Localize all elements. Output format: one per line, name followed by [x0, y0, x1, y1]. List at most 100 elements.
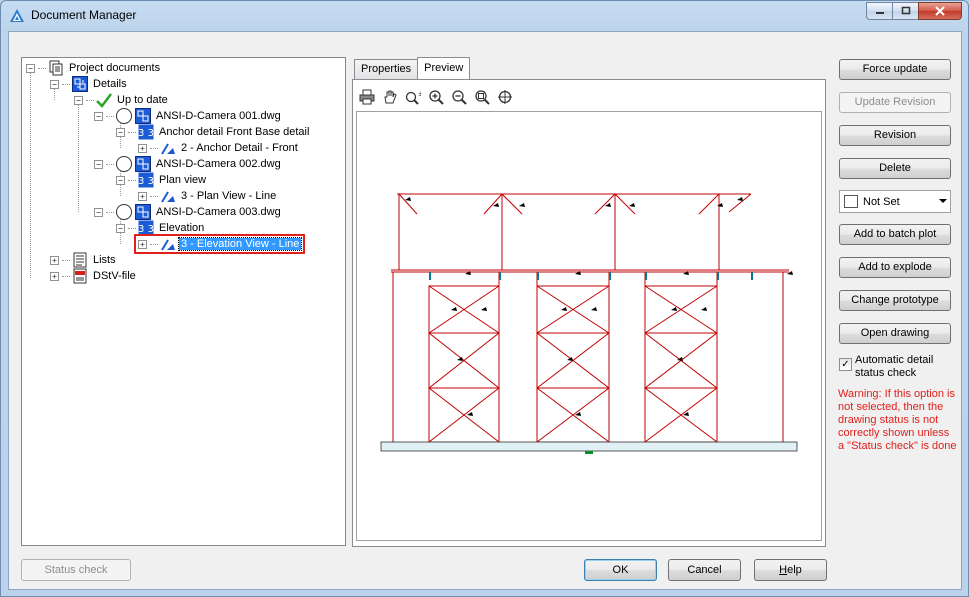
zoom-in-button[interactable] [426, 88, 445, 106]
tab-properties[interactable]: Properties [354, 59, 419, 79]
details-icon [72, 76, 88, 92]
tree-node-dwg-002[interactable]: − ANSI-D-Camera 002.dwg [94, 156, 283, 172]
drawing-preview-canvas[interactable] [356, 111, 822, 541]
drawing-markers [405, 197, 793, 416]
tree-node-dwg2-view[interactable]: − 3 3 Plan view [116, 172, 208, 188]
tree-connector [106, 211, 114, 213]
document-tree[interactable]: − Project documents − Details − Up to da… [21, 57, 346, 546]
tree-label: ANSI-D-Camera 002.dwg [156, 158, 281, 170]
preview-toolbar: ± [357, 88, 514, 106]
preview-panel: ± [352, 79, 826, 547]
open-drawing-button[interactable]: Open drawing [839, 323, 951, 344]
automatic-status-label-line1: Automatic detail [855, 354, 934, 366]
tree-label: Plan view [159, 174, 207, 186]
add-to-batch-plot-button[interactable]: Add to batch plot [839, 224, 951, 245]
expand-icon[interactable]: + [138, 191, 147, 201]
expand-icon[interactable]: + [138, 239, 147, 249]
tree-node-dwg1-view[interactable]: − 3 3 Anchor detail Front Base detail [116, 124, 311, 140]
help-label: elp [787, 564, 802, 576]
close-icon [935, 6, 945, 16]
tree-node-dwg1-item[interactable]: + 2 - Anchor Detail - Front [138, 140, 300, 156]
collapse-icon[interactable]: − [94, 111, 103, 121]
automatic-status-check-option[interactable]: ✓ Automatic detail status check [839, 354, 957, 380]
zoom-window-button[interactable] [495, 88, 514, 106]
zoom-in-icon [428, 90, 444, 105]
tree-node-dwg2-item[interactable]: + 3 - Plan View - Line [138, 188, 278, 204]
drawing-foundation-slab [380, 441, 798, 452]
expand-icon[interactable]: + [50, 271, 59, 281]
detail-pen-icon [161, 191, 175, 203]
tree-label: 3 - Elevation View - Line [177, 237, 303, 251]
tree-label: Lists [93, 254, 116, 266]
automatic-status-checkbox[interactable]: ✓ [839, 358, 852, 371]
zoom-realtime-button[interactable]: ± [403, 88, 422, 106]
view-icon: 3 3 [138, 172, 154, 188]
close-button[interactable] [918, 2, 962, 20]
zoom-extents-icon [474, 90, 490, 105]
status-warning-text: Warning: If this option is not selected,… [838, 388, 957, 452]
tree-connector [106, 115, 114, 117]
tree-node-lists[interactable]: + Lists [50, 252, 118, 268]
delete-button[interactable]: Delete [839, 158, 951, 179]
drawing-datum-marker [585, 451, 593, 454]
update-revision-button[interactable]: Update Revision [839, 92, 951, 113]
title-bar[interactable]: Document Manager [1, 1, 968, 31]
collapse-icon[interactable]: − [74, 95, 83, 105]
tree-label: Anchor detail Front Base detail [159, 126, 310, 138]
expand-icon[interactable]: + [138, 143, 147, 153]
minimize-button[interactable] [866, 2, 892, 20]
collapse-icon[interactable]: − [26, 63, 35, 73]
drawing-main-frame [391, 269, 789, 442]
list-icon [73, 252, 87, 268]
tree-node-details[interactable]: − Details [50, 76, 129, 92]
collapse-icon[interactable]: − [116, 223, 125, 233]
change-prototype-button[interactable]: Change prototype [839, 290, 951, 311]
tree-label: 2 - Anchor Detail - Front [181, 142, 298, 154]
detail-pen-icon [161, 143, 175, 155]
tab-preview[interactable]: Preview [417, 57, 471, 79]
cancel-button[interactable]: Cancel [668, 559, 741, 581]
help-button[interactable]: Help [754, 559, 827, 581]
collapse-icon[interactable]: − [50, 79, 59, 89]
tree-connector [128, 131, 136, 133]
collapse-icon[interactable]: − [94, 207, 103, 217]
view-icon: 3 3 [138, 124, 154, 140]
zoom-realtime-icon: ± [405, 90, 421, 105]
tree-node-dwg-001[interactable]: − ANSI-D-Camera 001.dwg [94, 108, 283, 124]
maximize-button[interactable] [892, 2, 918, 20]
status-circle-icon [116, 156, 132, 172]
drawing-upper-frame [397, 193, 752, 270]
maximize-icon [901, 6, 910, 15]
add-to-explode-button[interactable]: Add to explode [839, 257, 951, 278]
automatic-status-label-line2: status check [855, 367, 917, 379]
zoom-out-button[interactable] [449, 88, 468, 106]
ok-button[interactable]: OK [584, 559, 657, 581]
tree-connector [128, 179, 136, 181]
tab-strip: Properties Preview [354, 57, 471, 79]
status-check-button[interactable]: Status check [21, 559, 131, 581]
collapse-icon[interactable]: − [94, 159, 103, 169]
tree-label: Elevation [159, 222, 205, 234]
tree-node-project-documents[interactable]: − Project documents [26, 60, 162, 76]
tree-node-dstv-file[interactable]: + DStV-file [50, 268, 138, 284]
color-swatch [844, 195, 858, 208]
dropdown-value: Not Set [863, 195, 900, 208]
tree-node-dwg3-item-selected[interactable]: + 3 - Elevation View - Line [138, 236, 303, 252]
force-update-button[interactable]: Force update [839, 59, 951, 80]
tree-node-up-to-date[interactable]: − Up to date [74, 92, 170, 108]
tree-label: ANSI-D-Camera 003.dwg [156, 206, 281, 218]
tree-node-dwg-003[interactable]: − ANSI-D-Camera 003.dwg [94, 204, 283, 220]
revision-button[interactable]: Revision [839, 125, 951, 146]
zoom-extents-button[interactable] [472, 88, 491, 106]
tree-connector [62, 275, 70, 277]
svg-text:3 3: 3 3 [138, 176, 154, 187]
expand-icon[interactable]: + [50, 255, 59, 265]
collapse-icon[interactable]: − [116, 175, 125, 185]
status-circle-icon [116, 204, 132, 220]
collapse-icon[interactable]: − [116, 127, 125, 137]
pan-button[interactable] [380, 88, 399, 106]
status-dropdown[interactable]: Not Set [839, 190, 951, 213]
svg-text:3 3: 3 3 [138, 128, 154, 139]
tree-label: ANSI-D-Camera 001.dwg [156, 110, 281, 122]
print-button[interactable] [357, 88, 376, 106]
